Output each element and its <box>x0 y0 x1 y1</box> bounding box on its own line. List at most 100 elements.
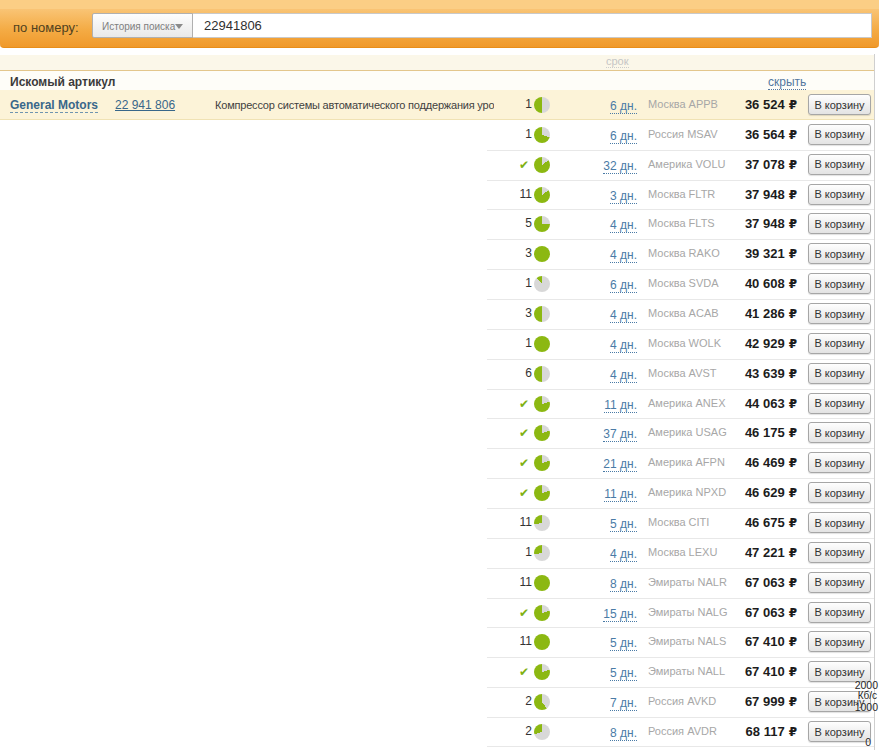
add-to-cart-button[interactable]: В корзину <box>808 333 871 354</box>
part-number-link[interactable]: 22 941 806 <box>115 98 175 112</box>
delivery-days-link[interactable]: 5 дн. <box>610 636 637 651</box>
offer-row: 1 4 дн. Москва LEXU 47 221₽ В корзину <box>0 538 874 568</box>
add-to-cart-button[interactable]: В корзину <box>808 572 871 593</box>
delivery-days-link[interactable]: 4 дн. <box>610 338 637 353</box>
quantity: 11 <box>480 627 532 657</box>
add-to-cart-button[interactable]: В корзину <box>808 363 871 384</box>
delivery-days-link[interactable]: 11 дн. <box>604 398 637 413</box>
price: 37 948₽ <box>680 180 797 210</box>
quantity: 3 <box>480 299 532 329</box>
add-to-cart-button[interactable]: В корзину <box>808 482 871 503</box>
delivery-days: 11 дн. <box>565 389 637 419</box>
delivery-days-link[interactable]: 4 дн. <box>610 308 637 323</box>
quantity: 1 <box>480 120 532 150</box>
add-to-cart-button[interactable]: В корзину <box>808 124 871 145</box>
ruble-sign: ₽ <box>789 665 797 679</box>
ruble-sign: ₽ <box>789 128 797 142</box>
delivery-days-link[interactable]: 6 дн. <box>610 129 637 144</box>
delivery-days-link[interactable]: 8 дн. <box>610 726 637 741</box>
delivery-days-link[interactable]: 11 дн. <box>604 487 637 502</box>
price: 46 175₽ <box>680 418 797 448</box>
offer-row: 3 4 дн. Москва ACAB 41 286₽ В корзину <box>0 299 874 329</box>
hide-link[interactable]: скрыть <box>768 75 806 90</box>
add-to-cart-button[interactable]: В корзину <box>808 422 871 443</box>
price: 37 078₽ <box>680 150 797 180</box>
delivery-days-link[interactable]: 5 дн. <box>610 666 637 681</box>
price: 40 608₽ <box>680 269 797 299</box>
delivery-days-link[interactable]: 7 дн. <box>610 696 637 711</box>
offer-row: ✔ 37 дн. Америка USAG 46 175₽ В корзину <box>0 418 874 448</box>
search-by-number-label: по номеру: <box>13 20 79 35</box>
confirmed-check-icon: ✔ <box>519 606 529 620</box>
delivery-days-link[interactable]: 4 дн. <box>610 547 637 562</box>
row-separator <box>487 746 874 747</box>
delivery-time-column-header[interactable]: срок <box>606 55 629 68</box>
delivery-days-link[interactable]: 15 дн. <box>603 607 637 622</box>
delivery-days-link[interactable]: 8 дн. <box>610 577 637 592</box>
delivery-days: 21 дн. <box>565 448 637 478</box>
add-to-cart-button[interactable]: В корзину <box>808 452 871 473</box>
part-description: Компрессор системы автоматического подде… <box>215 99 494 111</box>
search-results-page: по номеру: История поиска срок Искомый а… <box>0 0 879 750</box>
add-to-cart-button[interactable]: В корзину <box>808 184 871 205</box>
delivery-days-link[interactable]: 6 дн. <box>610 99 637 114</box>
price: 46 675₽ <box>680 508 797 538</box>
add-to-cart-button[interactable]: В корзину <box>808 542 871 563</box>
table-head-row: Искомый артикул скрыть <box>0 70 874 90</box>
delivery-days: 8 дн. <box>565 568 637 598</box>
offer-row: 5 4 дн. Москва FLTS 37 948₽ В корзину <box>0 209 874 239</box>
add-to-cart-button[interactable]: В корзину <box>808 94 871 115</box>
add-to-cart-button[interactable]: В корзину <box>808 602 871 623</box>
delivery-days-link[interactable]: 3 дн. <box>610 189 637 204</box>
ruble-sign: ₽ <box>789 606 797 620</box>
delivery-days-link[interactable]: 37 дн. <box>603 427 637 442</box>
brand-link[interactable]: General Motors <box>10 98 98 113</box>
add-to-cart-button[interactable]: В корзину <box>808 721 871 742</box>
offer-row: 6 4 дн. Москва AVST 43 639₽ В корзину <box>0 359 874 389</box>
offer-row: 11 8 дн. Эмираты NALR 67 063₽ В корзину <box>0 568 874 598</box>
delivery-days: 3 дн. <box>565 180 637 210</box>
delivery-days-link[interactable]: 6 дн. <box>610 278 637 293</box>
add-to-cart-button[interactable]: В корзину <box>808 243 871 264</box>
confirmed-check-icon: ✔ <box>519 426 529 440</box>
add-to-cart-button[interactable]: В корзину <box>808 512 871 533</box>
availability-pie-icon <box>534 396 550 412</box>
delivery-days: 5 дн. <box>565 508 637 538</box>
delivery-days-link[interactable]: 4 дн. <box>610 368 637 383</box>
delivery-days-link[interactable]: 21 дн. <box>603 457 637 472</box>
delivery-days: 11 дн. <box>565 478 637 508</box>
delivery-days: 6 дн. <box>565 269 637 299</box>
price: 39 321₽ <box>680 239 797 269</box>
ruble-sign: ₽ <box>789 397 797 411</box>
ruble-sign: ₽ <box>789 98 797 112</box>
offer-row: 1 6 дн. Москва APPB 36 524₽ В корзину Ge… <box>0 90 874 120</box>
add-to-cart-button[interactable]: В корзину <box>808 631 871 652</box>
availability-pie-icon <box>534 664 550 680</box>
search-history-label: История поиска <box>102 21 175 32</box>
delivery-days-link[interactable]: 5 дн. <box>610 517 637 532</box>
availability-pie-icon <box>534 485 550 501</box>
offer-row: ✔ 15 дн. Эмираты NALG 67 063₽ В корзину <box>0 598 874 628</box>
ruble-sign: ₽ <box>789 576 797 590</box>
delivery-days-link[interactable]: 4 дн. <box>610 218 637 233</box>
speed-scale-unit: Кб/с <box>858 690 877 701</box>
delivery-days: 4 дн. <box>565 329 637 359</box>
offer-row: 1 4 дн. Москва WOLK 42 929₽ В корзину <box>0 329 874 359</box>
quantity: 6 <box>480 359 532 389</box>
price: 46 469₽ <box>680 448 797 478</box>
ruble-sign: ₽ <box>789 337 797 351</box>
delivery-days-link[interactable]: 32 дн. <box>603 159 637 174</box>
price: 68 117₽ <box>680 717 797 747</box>
quantity: 11 <box>480 508 532 538</box>
ruble-sign: ₽ <box>789 725 797 739</box>
part-number-input[interactable] <box>193 13 872 38</box>
delivery-days-link[interactable]: 4 дн. <box>610 248 637 263</box>
offer-row: 1 6 дн. Россия MSAV 36 564₽ В корзину <box>0 120 874 150</box>
add-to-cart-button[interactable]: В корзину <box>808 303 871 324</box>
search-history-dropdown[interactable]: История поиска <box>92 13 193 38</box>
add-to-cart-button[interactable]: В корзину <box>808 154 871 175</box>
add-to-cart-button[interactable]: В корзину <box>808 393 871 414</box>
price: 37 948₽ <box>680 209 797 239</box>
add-to-cart-button[interactable]: В корзину <box>808 213 871 234</box>
add-to-cart-button[interactable]: В корзину <box>808 273 871 294</box>
